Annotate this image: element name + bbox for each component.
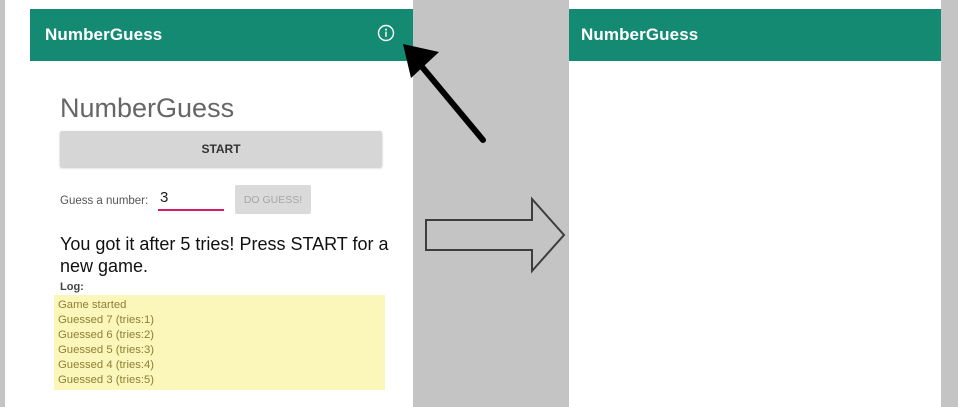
guess-label: Guess a number: [60,195,149,207]
log-entry: Guessed 3 (tries:5) [58,374,155,386]
log-entry: Guessed 4 (tries:4) [58,359,155,371]
info-icon[interactable] [377,24,395,42]
left-edge-gutter [0,0,5,407]
log-entry: Guessed 6 (tries:2) [58,329,155,341]
log-entry: Guessed 7 (tries:1) [58,314,155,326]
log-panel: Game started Guessed 7 (tries:1) Guessed… [54,295,385,390]
log-entry: Game started [58,299,127,311]
app-bar-title: NumberGuess [581,25,699,44]
arrow-right-outline-icon [425,196,566,274]
right-app-screen: NumberGuess [569,9,941,407]
log-label: Log: [60,281,84,293]
app-bar-title: NumberGuess [45,25,163,44]
do-guess-button[interactable]: DO GUESS! [235,185,311,214]
guess-number-input[interactable]: 3 [158,189,224,211]
left-app-screen: NumberGuess NumberGuess START Guess a nu… [30,9,413,407]
page-heading: NumberGuess [60,93,235,123]
right-edge-gutter [941,0,958,407]
app-bar: NumberGuess [569,9,941,61]
arrow-up-left-icon [403,44,486,143]
screenshot-canvas: NumberGuess NumberGuess START Guess a nu… [0,0,958,407]
result-message: You got it after 5 tries! Press START fo… [60,234,389,276]
app-bar: NumberGuess [30,9,413,61]
start-button[interactable]: START [60,131,382,167]
log-entry: Guessed 5 (tries:3) [58,344,155,356]
